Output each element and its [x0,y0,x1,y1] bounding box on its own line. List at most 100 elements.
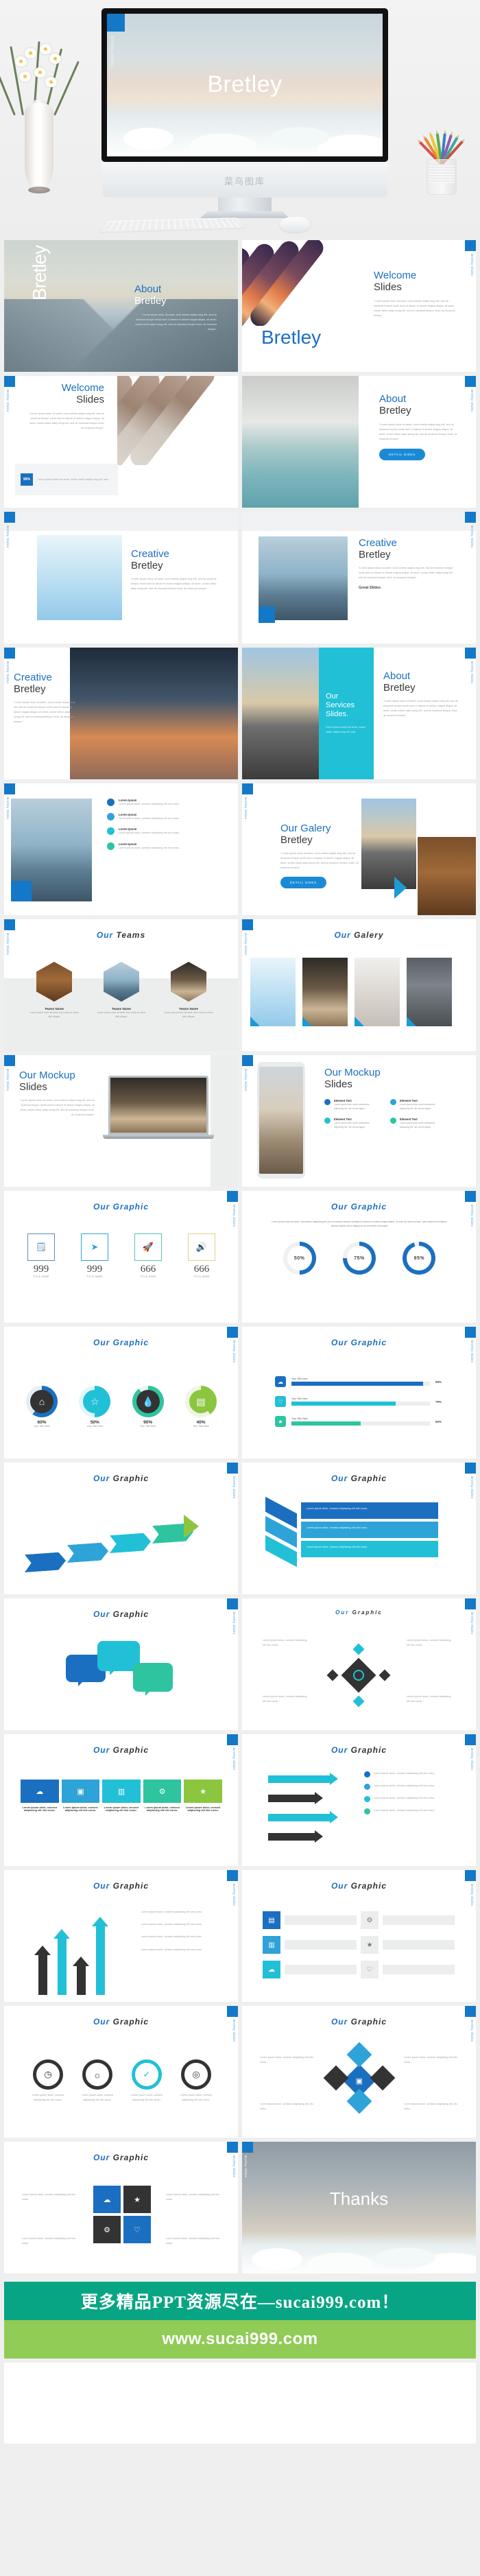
stat-item[interactable]: 🚀 666 TITLE HERE [134,1233,162,1278]
slide-thumb-graphic-flow[interactable]: Bretley Slides Our Graphic Lorem ipsum d… [242,1734,476,1866]
night-city-photo [67,648,238,779]
slide-thumb-graphic-puzzle[interactable]: Bretley Slides Our Graphic ☁ ★ ⚙ ♡ Lorem… [4,2142,238,2273]
gallery-item[interactable] [302,958,348,1026]
ring-value: 60% [37,1420,47,1425]
donut-50[interactable]: 50% [283,1242,316,1275]
gallery-item[interactable] [355,958,400,1026]
slide-thumb-mockup-laptop[interactable]: Bretley Slides Our Mockup Slides "Lorem … [4,1055,238,1187]
tile-item[interactable]: ☁ Lorem ipsum dolor, consect adipiscing … [21,1780,59,1812]
vertical-brand-label: Bretley Slides [470,525,474,548]
hub-label: Lorem ipsum dolor, consect adipiscing el… [407,1639,451,1647]
step-item[interactable]: Lorem Ipsum Lorem ipsum dolor, consect a… [107,842,182,851]
slide-thumb-graphic-icon-rings[interactable]: Bretley Slides Our Graphic ⌂ 60% Your Ti… [4,1327,238,1458]
flow-item[interactable]: Lorem ipsum dolor, consect adipiscing el… [364,1808,453,1815]
ring-item[interactable]: ☼ Lorem ipsum dolor, consect adipiscing … [77,2059,118,2103]
slide-thumb-graphic-outline-rings[interactable]: Bretley Slides Our Graphic ◷ Lorem ipsum… [4,2006,238,2138]
slide-thumb-graphic-arrows-up[interactable]: Bretley Slides Our Graphic Lorem ipsum d… [4,1870,238,2002]
slide-thumb-mockup-phone[interactable]: Bretley Slides Our Mockup Slides Element… [242,1055,476,1187]
gallery-item[interactable] [407,958,452,1026]
list-row[interactable]: ▤ ⚙ [263,1911,455,1929]
gallery-item[interactable] [250,958,296,1026]
slide-thumb-our-teams[interactable]: Bretley Slides Our Teams Teams Name Lore… [4,919,238,1051]
element-item[interactable]: Element Text Lorem ipsum dolor amet cons… [390,1098,445,1111]
team-member-card[interactable]: Teams Name Lorem ipsum dolor sit amet, l… [97,962,146,1019]
slide-thumb-graphic-tiles[interactable]: Bretley Slides Our Graphic ☁ Lorem ipsum… [4,1734,238,1866]
slide-thumb-welcome-street[interactable]: Bretley Slides Welcome Slides "Lorem ips… [4,376,238,508]
list-row[interactable]: ▥ ★ [263,1936,455,1954]
detail-slides-button[interactable]: DETAIL SIDES [280,877,326,889]
flow-item[interactable]: Lorem ipsum dolor, consect adipiscing el… [364,1784,453,1790]
element-item[interactable]: Element Text Lorem ipsum dolor amet cons… [324,1098,379,1111]
promo-banner-chinese[interactable]: 更多精品PPT资源尽在—sucai999.com！ [4,2282,476,2320]
vase-foot [28,187,50,193]
chart-title: Our Graphic [93,1338,149,1347]
ring-label: Lorem ipsum dolor, consect adipiscing el… [130,2094,163,2102]
ring-item[interactable]: ◎ Lorem ipsum dolor, consect adipiscing … [176,2059,217,2103]
slide-thumb-about-mountain[interactable]: Bretley About Bretley "Lorem ipsum dolor… [4,240,238,372]
title-word-1: Our [331,1474,348,1483]
step-item[interactable]: Lorem Ipsum Lorem ipsum dolor, consect a… [107,813,182,821]
ring-item[interactable]: 💧 90% Your Title Here [132,1386,164,1428]
element-item[interactable]: Element Text Lorem ipsum dolor amet cons… [390,1117,445,1129]
document-icon: 🗒 [27,1233,55,1261]
slide-thumb-creative-sky[interactable]: Bretley Slides Creative Bretley "Lorem i… [4,512,238,643]
ring-item[interactable]: ◷ Lorem ipsum dolor, consect adipiscing … [27,2059,69,2103]
slide-thumb-graphic-hub[interactable]: Bretley Slides Our Graphic Lorem ipsum d… [242,1598,476,1730]
tile-item[interactable]: ▣ Lorem ipsum dolor, consect adipiscing … [61,1780,100,1812]
accent-corner-icon [302,1017,312,1026]
stat-item[interactable]: 🗒 999 TITLE HERE [27,1233,55,1278]
accent-square-badge [465,648,476,659]
accent-square-badge [242,2142,253,2153]
flow-item[interactable]: Lorem ipsum dolor, consect adipiscing el… [364,1796,453,1802]
ring-item[interactable]: ▤ 40% Your Title Here [184,1386,217,1428]
slide-thumb-thanks[interactable]: Bretley Slides Thanks [242,2142,476,2273]
element-desc: Lorem ipsum dolor amet consectetur adipi… [334,1102,370,1110]
slide-thumb-graphic-iso-layers[interactable]: Bretley Slides Our Graphic Lorem ipsum d… [242,1463,476,1594]
ring-item[interactable]: ✓ Lorem ipsum dolor, consect adipiscing … [126,2059,167,2103]
tile-item[interactable]: ⚙ Lorem ipsum dolor, consect adipiscing … [143,1780,182,1812]
slide-thumb-about-opera[interactable]: Bretley Slides About Bretley "Lorem ipsu… [242,376,476,508]
step-item[interactable]: Lorem Ipsum Lorem ipsum dolor, consect a… [107,799,182,807]
bar-row[interactable]: ♡ Your Title Here 75% [275,1396,446,1407]
team-member-card[interactable]: Teams Name Lorem ipsum dolor sit amet, l… [164,962,213,1019]
services-teal-panel: Our Services Slides. Lorem ipsum dolor s… [319,648,374,779]
slide-thumb-welcome-diagonal[interactable]: Bretley Slides Welcome Slides "Lorem ips… [242,240,476,372]
tile-item[interactable]: ▥ Lorem ipsum dolor, consect adipiscing … [102,1780,141,1812]
donut-75[interactable]: 75% [342,1242,376,1275]
slide-thumb-our-gallery-grid[interactable]: Bretley Slides Our Galery [242,919,476,1051]
slide-thumb-our-services[interactable]: Bretley Slides Our Services Slides. Lore… [242,648,476,779]
stat-item[interactable]: 🔊 666 TITLE HERE [188,1233,215,1278]
stat-item[interactable]: ➤ 999 TITLE HERE [81,1233,108,1278]
slide-body-text: "Lorem ipsum dolor sit amet, cons ectetu… [374,299,455,318]
tile-item[interactable]: ★ Lorem ipsum dolor, consect adipiscing … [184,1780,222,1812]
slide-thumb-graphic-icon-list[interactable]: Bretley Slides Our Graphic ▤ ⚙ ▥ ★ ☁ ♡ [242,1870,476,2002]
slide-thumb-graphic-diamond[interactable]: Bretley Slides Our Graphic ▣ Lorem ipsum… [242,2006,476,2138]
ring-item[interactable]: ⌂ 60% Your Title Here [26,1386,58,1428]
list-row[interactable]: ☁ ♡ [263,1961,455,1978]
ring-value: 50% [90,1420,99,1425]
title-word-2: Graphic [112,1745,149,1755]
slide-thumb-graphic-percent-bars[interactable]: Bretley Slides Our Graphic ☁ Your Title … [242,1327,476,1458]
team-member-card[interactable]: Teams Name Lorem ipsum dolor sit amet, l… [29,962,79,1019]
slide-thumb-graphic-donuts[interactable]: Bretley Slides Our Graphic Lorem ipsum d… [242,1191,476,1323]
element-item[interactable]: Element Text Lorem ipsum dolor amet cons… [324,1117,379,1129]
step-item[interactable]: Lorem Ipsum Lorem ipsum dolor, consect a… [107,827,182,836]
clock-icon: ◷ [33,2059,63,2090]
flow-item[interactable]: Lorem ipsum dolor, consect adipiscing el… [364,1771,453,1777]
slide-thumb-graphic-bubbles[interactable]: Bretley Slides Our Graphic [4,1598,238,1730]
bar-row[interactable]: ★ Your Title Here 50% [275,1416,446,1427]
slide-thumb-our-gallery-road[interactable]: Bretley Slides Our Galery Bretley "Lorem… [242,783,476,915]
highlight-callout-card[interactable]: 99% Lorem ipsum dolor sit amet, conse ct… [15,464,118,495]
cloud-layer [107,106,383,156]
bar-row[interactable]: ☁ Your Title Here 95% [275,1376,446,1387]
donut-95[interactable]: 95% [403,1242,436,1275]
detail-slides-button[interactable]: DETAIL SIDES [379,449,425,461]
slide-thumb-graphic-arrow-ribbon[interactable]: Bretley Slides Our Graphic [4,1463,238,1594]
slide-thumb-steps-list[interactable]: Bretley Slides Lorem Ipsum Lorem ipsum d… [4,783,238,915]
ring-item[interactable]: ☆ 50% Your Title Here [79,1386,111,1428]
arrow-label: Lorem ipsum dolor, consect adipiscing el… [141,1923,203,1926]
slide-thumb-creative-city[interactable]: Bretley Slides Creative Bretley "Lorem i… [242,512,476,643]
slide-thumb-graphic-stat-boxes[interactable]: Bretley Slides Our Graphic 🗒 999 TITLE H… [4,1191,238,1323]
slide-thumb-creative-skyline[interactable]: Bretley Slides Creative Bretley "Lorem i… [4,648,238,779]
promo-banner-url[interactable]: www.sucai999.com [4,2320,476,2359]
